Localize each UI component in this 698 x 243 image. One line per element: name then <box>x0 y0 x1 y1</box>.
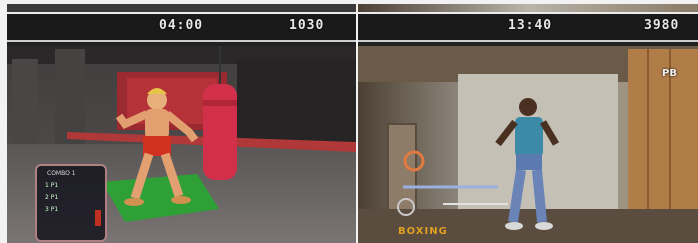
fighter-label: BOXING <box>398 226 448 237</box>
combo-title: COMBO 1 <box>47 170 76 177</box>
corner-badge: PB <box>662 68 677 79</box>
round-timer: 04:00 <box>159 18 204 33</box>
left-game-screen: 04:00 1030 COMBO 1 1 P1 2 P1 3 P1 <box>7 4 356 243</box>
combo-row: 1 P1 <box>45 182 59 189</box>
combo-row: 2 P1 <box>45 194 59 201</box>
round-timer: 13:40 <box>508 18 553 33</box>
combo-panel: COMBO 1 1 P1 2 P1 3 P1 <box>35 164 107 242</box>
score-counter: 3980 <box>644 18 680 33</box>
combo-meter <box>95 210 101 226</box>
score-counter: 1030 <box>289 18 325 33</box>
right-game-screen: 13:40 3980 PB BOXING <box>358 4 698 243</box>
combo-row: 3 P1 <box>45 206 59 213</box>
